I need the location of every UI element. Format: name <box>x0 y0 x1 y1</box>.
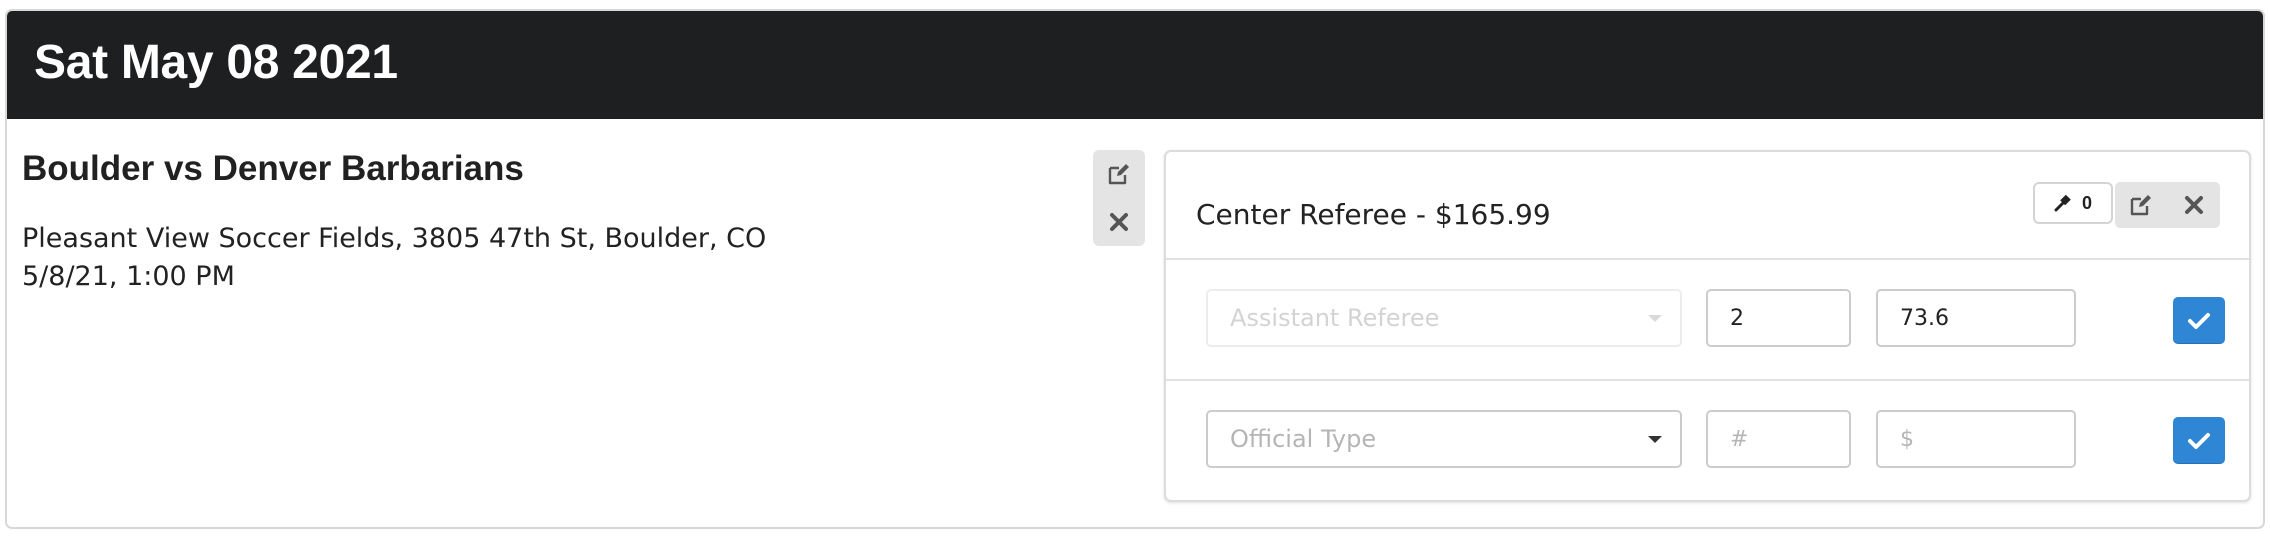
game-title: Boulder vs Denver Barbarians <box>22 149 524 188</box>
edit-icon <box>2130 195 2151 216</box>
rate-input[interactable]: 73.6 <box>1876 289 2076 347</box>
game-datetime: 5/8/21, 1:00 PM <box>22 261 235 292</box>
count-input[interactable]: # <box>1706 410 1851 468</box>
delete-game-button[interactable] <box>1093 198 1145 246</box>
edit-position-button[interactable] <box>2115 182 2167 228</box>
assign-count-button[interactable]: 0 <box>2033 182 2113 224</box>
count-input[interactable]: 2 <box>1706 289 1851 347</box>
edit-icon <box>1108 164 1129 185</box>
check-icon <box>2188 312 2210 329</box>
chevron-down-icon <box>1648 436 1662 443</box>
date-title: Sat May 08 2021 <box>34 36 398 89</box>
rate-input[interactable]: $ <box>1876 410 2076 468</box>
add-row-button[interactable] <box>2173 417 2225 464</box>
position-panel: Center Referee - $165.99 0 Assistant Ref… <box>1164 150 2251 502</box>
rate-value: 73.6 <box>1900 305 1949 331</box>
check-icon <box>2188 432 2210 449</box>
gavel-icon <box>2054 194 2071 212</box>
close-icon <box>1110 213 1128 231</box>
delete-position-button[interactable] <box>2168 182 2220 228</box>
count-value: 2 <box>1730 305 1744 331</box>
save-row-button[interactable] <box>2173 297 2225 344</box>
game-actions <box>1093 150 1145 246</box>
divider <box>1166 258 2249 260</box>
date-header: Sat May 08 2021 <box>7 11 2263 119</box>
official-type-value: Assistant Referee <box>1230 304 1440 332</box>
official-type-placeholder: Official Type <box>1230 425 1377 453</box>
rate-placeholder: $ <box>1900 426 1914 452</box>
count-placeholder: # <box>1730 426 1749 452</box>
official-type-select[interactable]: Official Type <box>1206 410 1682 468</box>
game-day-card: Sat May 08 2021 Boulder vs Denver Barbar… <box>5 9 2265 529</box>
divider <box>1166 379 2249 381</box>
position-title: Center Referee - $165.99 <box>1196 198 1551 231</box>
chevron-down-icon <box>1648 315 1662 322</box>
close-icon <box>2185 196 2203 214</box>
assign-count: 0 <box>2081 192 2092 213</box>
edit-game-button[interactable] <box>1093 150 1145 198</box>
position-actions <box>2115 182 2220 228</box>
official-type-select[interactable]: Assistant Referee <box>1206 289 1682 347</box>
game-location: Pleasant View Soccer Fields, 3805 47th S… <box>22 223 767 254</box>
